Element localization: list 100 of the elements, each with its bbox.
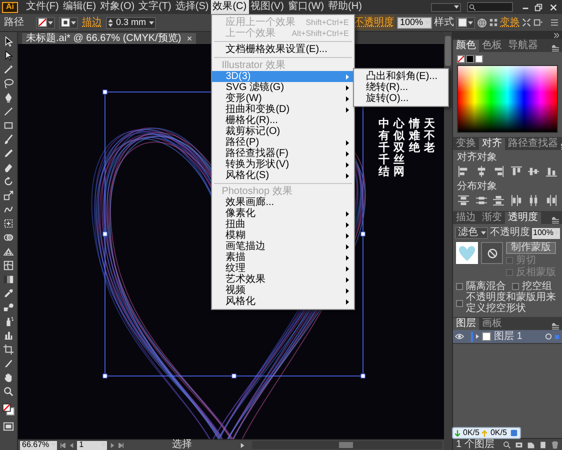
direct-selection-arrow-icon[interactable] xyxy=(3,50,14,61)
close-icon[interactable] xyxy=(549,2,558,12)
menu-item[interactable]: 绕转(R)... xyxy=(354,82,448,93)
eyedropper-icon[interactable] xyxy=(3,288,14,299)
first-artboard-icon[interactable] xyxy=(60,442,66,448)
slice-icon[interactable] xyxy=(3,358,14,369)
scrollbar-thumb[interactable] xyxy=(445,36,451,66)
menu-item[interactable]: 文字(T) xyxy=(136,0,174,14)
menu-item[interactable]: 像素化 xyxy=(212,208,354,219)
eye-icon[interactable] xyxy=(455,333,464,340)
pen-icon[interactable] xyxy=(3,92,14,103)
menu-item[interactable]: 选择(S) xyxy=(173,0,211,14)
menu-item[interactable]: 素描 xyxy=(212,252,354,263)
menu-item[interactable]: SVG 滤镜(G) xyxy=(212,82,354,93)
column-graph-icon[interactable] xyxy=(3,330,14,341)
transform-arrows-icon[interactable] xyxy=(522,18,531,27)
menu-item[interactable]: 编辑(E) xyxy=(60,0,98,14)
make-mask-button[interactable]: 制作蒙版 xyxy=(506,242,556,254)
checkbox[interactable] xyxy=(456,283,463,290)
menu-item[interactable]: 风格化 xyxy=(212,296,354,307)
new-layer-icon[interactable] xyxy=(539,440,547,448)
artboard-field[interactable]: 1 xyxy=(77,440,108,450)
opacity-link[interactable]: 不透明度 xyxy=(352,15,395,30)
panel-tab[interactable]: 导航器 xyxy=(505,40,541,52)
menu-item[interactable]: 文档栅格效果设置(E)... xyxy=(212,44,354,55)
menu-item[interactable]: 裁剪标记(O) xyxy=(212,126,354,137)
search-icon[interactable] xyxy=(503,440,511,448)
menu-item[interactable]: 风格化(S) xyxy=(212,170,354,181)
menu-item[interactable]: 窗口(W) xyxy=(286,0,326,14)
restore-icon[interactable] xyxy=(534,2,543,12)
menu-item[interactable]: 对象(O) xyxy=(98,0,137,14)
selection-arrow-icon[interactable] xyxy=(3,36,14,47)
panel-menu-icon[interactable] xyxy=(552,45,559,52)
panel-menu-icon[interactable] xyxy=(552,323,559,330)
stroke-swatch-button[interactable] xyxy=(59,16,78,28)
layer-row[interactable]: 图层 1 xyxy=(453,330,562,344)
previous-artboard-icon[interactable] xyxy=(69,442,74,448)
distribute-horizontal-center-icon[interactable] xyxy=(528,195,540,206)
square-icon[interactable] xyxy=(510,429,518,437)
gradient-icon[interactable] xyxy=(3,274,14,285)
caret-icon[interactable] xyxy=(48,20,53,24)
none-swatch-icon[interactable] xyxy=(457,55,465,63)
caret-icon[interactable] xyxy=(468,20,473,24)
free-transform-icon[interactable] xyxy=(3,218,14,229)
checkbox[interactable] xyxy=(456,300,463,306)
layer-name[interactable]: 图层 1 xyxy=(494,332,522,342)
stroke-weight-field[interactable]: 0.3 mm xyxy=(106,16,156,28)
align-vertical-center-icon[interactable] xyxy=(528,166,540,177)
menu-item[interactable]: 转换为形状(V) xyxy=(212,159,354,170)
menu-item[interactable]: 模糊 xyxy=(212,230,354,241)
menu-item[interactable]: 效果(C) xyxy=(210,0,249,14)
new-sublayer-icon[interactable] xyxy=(527,440,535,448)
blend-icon[interactable] xyxy=(3,302,14,313)
document-tab[interactable]: 未标题.ai* @ 66.67% (CMYK/预览) xyxy=(22,33,196,44)
menu-item[interactable]: 扭曲和变换(D) xyxy=(212,104,354,115)
menu-item[interactable]: 画笔描边 xyxy=(212,241,354,252)
color-swatch[interactable] xyxy=(475,55,483,63)
menu-item[interactable]: 路径查找器(F) xyxy=(212,148,354,159)
next-artboard-icon[interactable] xyxy=(110,442,116,448)
close-icon[interactable] xyxy=(187,36,192,41)
menu-item[interactable]: 视图(V) xyxy=(248,0,286,14)
caret-icon[interactable] xyxy=(454,5,459,9)
menu-item[interactable]: 艺术效果 xyxy=(212,274,354,285)
globe-icon[interactable] xyxy=(477,18,487,28)
panel-tab[interactable]: 路径查找器 xyxy=(505,138,561,150)
eraser-icon[interactable] xyxy=(3,162,14,173)
color-swatch[interactable] xyxy=(466,55,474,63)
menu-item[interactable]: 旋转(O)... xyxy=(354,93,448,104)
search-field[interactable] xyxy=(467,2,513,12)
checkbox[interactable] xyxy=(512,283,519,290)
panel-tab[interactable]: 渐变 xyxy=(479,212,505,224)
line-icon[interactable] xyxy=(3,106,14,117)
spinner-icon[interactable] xyxy=(108,18,113,26)
clipping-mask-icon[interactable] xyxy=(515,440,523,448)
panel-tab[interactable]: 对齐 xyxy=(479,138,505,150)
distribute-top-icon[interactable] xyxy=(458,195,469,206)
isolate-icon[interactable] xyxy=(533,18,543,27)
warp-icon[interactable] xyxy=(3,204,14,215)
trash-icon[interactable] xyxy=(551,440,559,448)
menu-item[interactable]: 视频 xyxy=(212,285,354,296)
menu-item[interactable]: 文件(F) xyxy=(24,0,61,14)
pencil-icon[interactable] xyxy=(3,148,14,159)
menu-item[interactable]: 扭曲 xyxy=(212,219,354,230)
rotate-icon[interactable] xyxy=(3,176,14,187)
panel-tab[interactable]: 透明度 xyxy=(505,212,541,224)
panel-tab[interactable]: 描边 xyxy=(453,212,479,224)
stroke-link[interactable]: 描边 xyxy=(82,15,102,30)
scale-icon[interactable] xyxy=(3,190,14,201)
last-artboard-icon[interactable] xyxy=(118,442,124,448)
opacity-field[interactable]: 100% xyxy=(532,228,560,238)
lasso-icon[interactable] xyxy=(3,78,14,89)
paintbrush-icon[interactable] xyxy=(3,134,14,145)
align-right-icon[interactable] xyxy=(493,166,504,177)
menu-item[interactable]: 栅格化(R)... xyxy=(212,115,354,126)
panel-menu-icon[interactable] xyxy=(551,19,558,26)
panel-menu-icon[interactable] xyxy=(552,217,559,224)
magic-wand-icon[interactable] xyxy=(3,64,14,75)
menu-item[interactable]: 效果画廊... xyxy=(212,197,354,208)
shape-builder-icon[interactable] xyxy=(3,232,14,243)
workspace-dropdown[interactable] xyxy=(431,2,461,12)
